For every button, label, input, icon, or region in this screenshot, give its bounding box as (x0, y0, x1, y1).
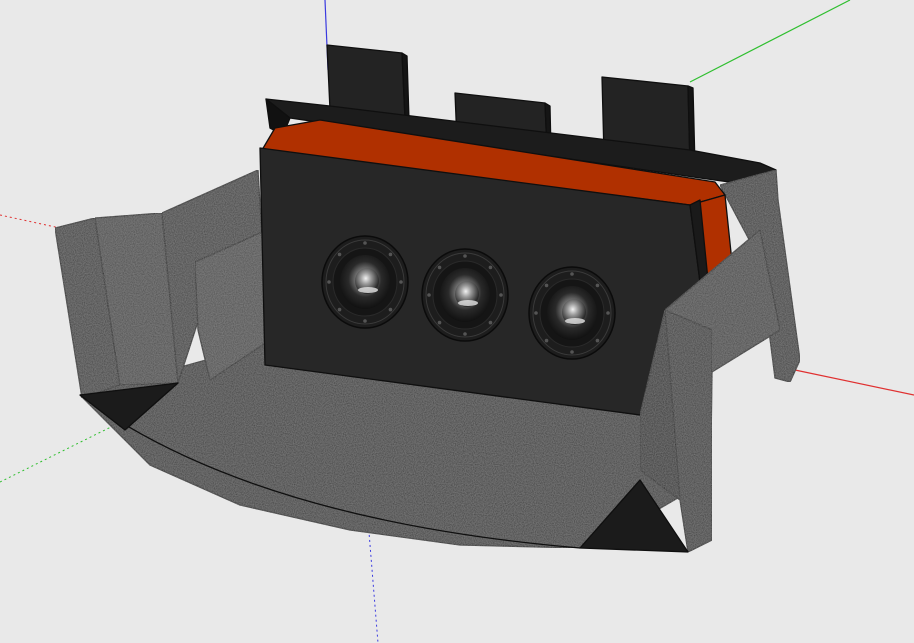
modeling-viewport[interactable] (0, 0, 914, 643)
subwoofer-driver-icon[interactable] (321, 235, 409, 329)
subwoofer-driver-icon[interactable] (421, 248, 509, 342)
green-axis-dotted (0, 419, 126, 483)
blue-axis-dotted (367, 519, 379, 643)
subwoofer-driver-icon[interactable] (528, 266, 616, 360)
red-axis-dotted (0, 214, 61, 229)
3d-scene[interactable] (0, 0, 914, 643)
red-axis (794, 369, 914, 396)
green-axis (689, 0, 851, 83)
